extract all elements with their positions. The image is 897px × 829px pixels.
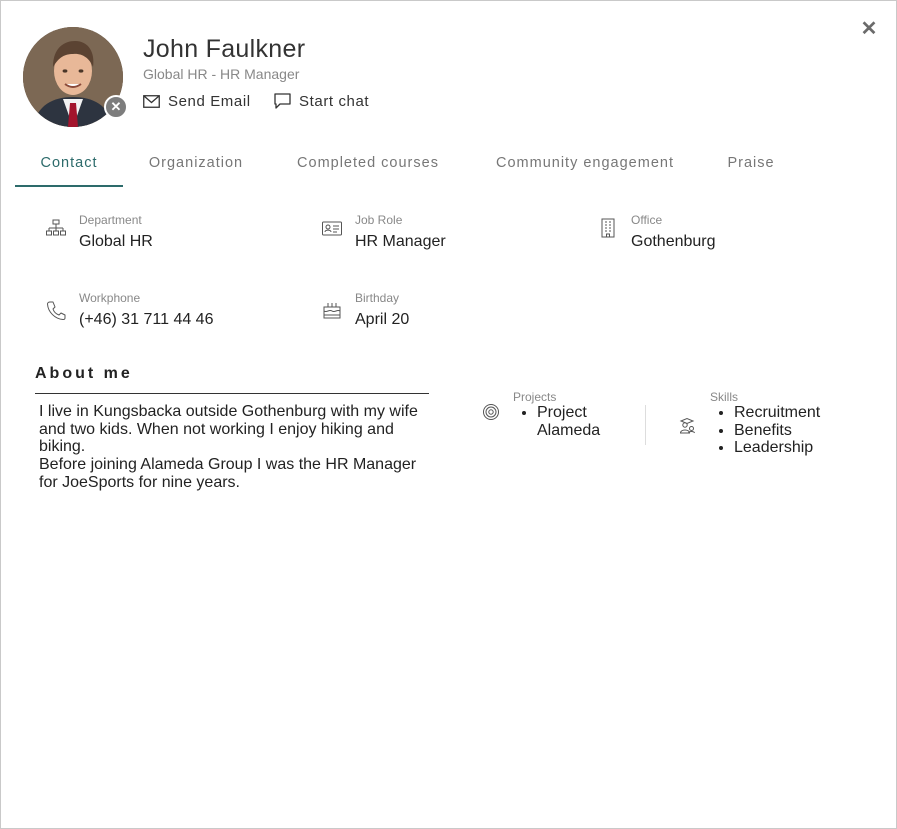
start-chat-button[interactable]: Start chat: [274, 91, 369, 111]
target-icon: [483, 404, 499, 420]
chat-icon: [274, 93, 291, 109]
id-card-icon: [322, 221, 342, 236]
projects-label: Projects: [513, 390, 557, 404]
send-email-label: Send Email: [168, 92, 251, 110]
project-item[interactable]: Project Alameda: [537, 404, 627, 439]
mail-icon: [143, 94, 160, 108]
department-label: Department: [79, 213, 142, 227]
send-email-button[interactable]: Send Email: [143, 91, 251, 111]
about-divider: [35, 393, 429, 394]
about-me-text: I live in Kungsbacka outside Gothenburg …: [39, 403, 431, 492]
tab-community-engagement[interactable]: Community engagement: [485, 149, 685, 187]
start-chat-label: Start chat: [299, 92, 370, 110]
cake-icon: [323, 303, 341, 319]
phone-icon: [47, 301, 66, 320]
birthday-value: April 20: [355, 311, 410, 328]
skills-label: Skills: [710, 390, 739, 404]
projects-list: Project Alameda: [537, 404, 627, 439]
avatar: ✕: [23, 27, 128, 129]
office-value: Gothenburg: [631, 233, 716, 250]
graduate-icon: [679, 417, 695, 434]
close-icon[interactable]: ✕: [857, 17, 881, 41]
workphone-label: Workphone: [79, 291, 141, 305]
tab-organization[interactable]: Organization: [140, 149, 252, 187]
skills-list: Recruitment Benefits Leadership: [734, 404, 820, 457]
office-label: Office: [631, 213, 663, 227]
birthday-field: Birthday April 20: [321, 291, 571, 341]
presence-badge: ✕: [104, 95, 128, 119]
birthday-label: Birthday: [355, 291, 400, 305]
job-role-label: Job Role: [355, 213, 403, 227]
about-me-heading: About me: [35, 365, 133, 382]
profile-name: John Faulkner: [143, 35, 306, 63]
column-divider: [645, 405, 646, 445]
about-paragraph-1: I live in Kungsbacka outside Gothenburg …: [39, 403, 418, 456]
workphone-value: (+46) 31 711 44 46: [79, 311, 214, 328]
skill-item[interactable]: Benefits: [734, 422, 820, 440]
about-paragraph-2: Before joining Alameda Group I was the H…: [39, 456, 417, 491]
skill-item[interactable]: Leadership: [734, 439, 820, 457]
org-chart-icon: [46, 219, 66, 236]
department-field: Department Global HR: [45, 213, 295, 263]
tab-contact[interactable]: Contact: [15, 149, 123, 187]
office-field: Office Gothenburg: [597, 213, 847, 263]
workphone-field: Workphone (+46) 31 711 44 46: [45, 291, 295, 341]
tab-completed-courses[interactable]: Completed courses: [287, 149, 449, 187]
skills-section: Skills Recruitment Benefits Leadership: [678, 390, 878, 470]
profile-dialog: ✕ ✕ John Faulkner Global HR - HR Manager…: [0, 0, 897, 829]
x-icon: ✕: [110, 99, 122, 114]
profile-subtitle: Global HR - HR Manager: [143, 66, 300, 82]
job-role-field: Job Role HR Manager: [321, 213, 571, 263]
job-role-value: HR Manager: [355, 233, 446, 250]
department-value: Global HR: [79, 233, 153, 250]
tab-praise[interactable]: Praise: [723, 149, 779, 187]
projects-section: Projects Project Alameda: [481, 390, 631, 460]
building-icon: [601, 218, 615, 238]
skill-item[interactable]: Recruitment: [734, 404, 820, 422]
